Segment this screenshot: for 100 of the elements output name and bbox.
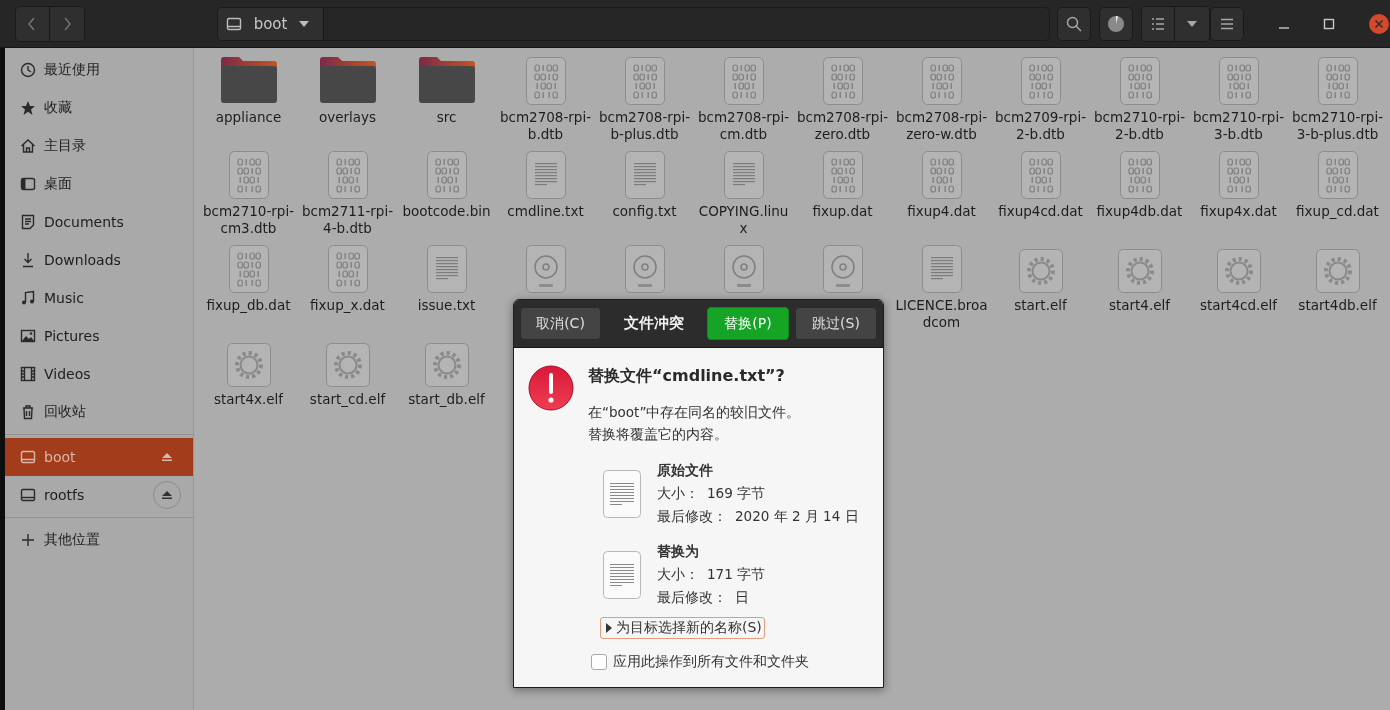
file-name[interactable]: start4cd.elf (1191, 297, 1286, 314)
file-name[interactable]: appliance (201, 109, 296, 126)
binary-file-icon[interactable] (327, 151, 368, 199)
binary-file-icon[interactable] (1119, 57, 1160, 105)
disc-image-icon[interactable] (525, 245, 566, 293)
binary-file-icon[interactable] (822, 151, 863, 199)
file-name[interactable]: start4db.elf (1290, 297, 1385, 314)
file-name[interactable]: bcm2710-rpi-2-b.dtb (1092, 109, 1187, 143)
sidebar-item[interactable]: 回收站 (5, 393, 193, 431)
sidebar-item[interactable]: Videos (5, 355, 193, 393)
search-button[interactable] (1056, 6, 1091, 41)
file-name[interactable]: bcm2710-rpi-cm3.dtb (201, 203, 296, 237)
file-name[interactable]: bcm2711-rpi-4-b.dtb (300, 203, 395, 237)
back-button[interactable] (16, 6, 50, 41)
maximize-button[interactable] (1323, 17, 1335, 30)
file-name[interactable]: fixup.dat (795, 203, 890, 220)
forward-button[interactable] (49, 6, 84, 41)
file-name[interactable]: bcm2709-rpi-2-b.dtb (993, 109, 1088, 143)
skip-button[interactable]: 跳过(S) (795, 307, 877, 340)
binary-file-icon[interactable] (228, 151, 269, 199)
binary-file-icon[interactable] (1317, 151, 1358, 199)
binary-file-icon[interactable] (327, 245, 368, 293)
file-name[interactable]: start4.elf (1092, 297, 1187, 314)
file-name[interactable]: fixup4cd.dat (993, 203, 1088, 220)
file-name[interactable]: fixup_x.dat (300, 297, 395, 314)
disc-image-icon[interactable] (822, 245, 863, 293)
file-name[interactable]: bcm2710-rpi-3-b-plus.dtb (1290, 109, 1385, 143)
file-name[interactable]: fixup_cd.dat (1290, 203, 1385, 220)
binary-file-icon[interactable] (822, 57, 863, 105)
gear-file-icon[interactable] (226, 343, 271, 387)
text-file-icon[interactable] (723, 151, 764, 199)
file-name[interactable]: src (399, 109, 494, 126)
file-name[interactable]: fixup4.dat (894, 203, 989, 220)
binary-file-icon[interactable] (723, 57, 764, 105)
binary-file-icon[interactable] (624, 57, 665, 105)
sidebar-item[interactable]: rootfs (5, 476, 193, 514)
folder-icon[interactable] (317, 55, 378, 105)
file-name[interactable]: bcm2710-rpi-3-b.dtb (1191, 109, 1286, 143)
file-name[interactable]: cmdline.txt (498, 203, 593, 220)
file-name[interactable]: fixup_db.dat (201, 297, 296, 314)
file-name[interactable]: overlays (300, 109, 395, 126)
disc-image-icon[interactable] (624, 245, 665, 293)
file-name[interactable]: start_db.elf (399, 391, 494, 408)
sidebar-item[interactable]: 其他位置 (5, 521, 193, 559)
file-name[interactable]: fixup4x.dat (1191, 203, 1286, 220)
text-file-icon[interactable] (426, 245, 467, 293)
disk-usage-button[interactable] (1098, 6, 1133, 41)
file-name[interactable]: bcm2708-rpi-zero-w.dtb (894, 109, 989, 143)
binary-file-icon[interactable] (1020, 151, 1061, 199)
folder-icon[interactable] (416, 55, 477, 105)
checkbox[interactable] (591, 654, 607, 670)
file-name[interactable]: issue.txt (399, 297, 494, 314)
sidebar-item[interactable]: Music (5, 279, 193, 317)
sidebar-item[interactable]: Pictures (5, 317, 193, 355)
text-file-icon[interactable] (624, 151, 665, 199)
file-name[interactable]: COPYING.linux (696, 203, 791, 237)
disc-image-icon[interactable] (723, 245, 764, 293)
binary-file-icon[interactable] (1020, 57, 1061, 105)
file-name[interactable]: start.elf (993, 297, 1088, 314)
list-view-button[interactable] (1141, 6, 1176, 41)
binary-file-icon[interactable] (921, 57, 962, 105)
file-name[interactable]: start4x.elf (201, 391, 296, 408)
gear-file-icon[interactable] (1216, 249, 1261, 293)
cancel-button[interactable]: 取消(C) (520, 307, 601, 340)
file-name[interactable]: bcm2708-rpi-zero.dtb (795, 109, 890, 143)
sidebar-item[interactable]: boot (5, 438, 193, 476)
file-name[interactable]: LICENCE.broadcom (894, 297, 989, 331)
path-button[interactable]: boot (217, 7, 325, 40)
close-button[interactable] (1368, 12, 1390, 35)
binary-file-icon[interactable] (525, 57, 566, 105)
folder-icon[interactable] (218, 55, 279, 105)
binary-file-icon[interactable] (228, 245, 269, 293)
file-name[interactable]: bootcode.bin (399, 203, 494, 220)
sidebar-item[interactable]: 主目录 (5, 127, 193, 165)
binary-file-icon[interactable] (1119, 151, 1160, 199)
file-name[interactable]: bcm2708-rpi-b-plus.dtb (597, 109, 692, 143)
checkbox-label[interactable]: 应用此操作到所有文件和文件夹 (613, 653, 809, 671)
file-name[interactable]: fixup4db.dat (1092, 203, 1187, 220)
text-file-icon[interactable] (525, 151, 566, 199)
file-name[interactable]: config.txt (597, 203, 692, 220)
sidebar-item[interactable]: 桌面 (5, 165, 193, 203)
sidebar-item[interactable]: Downloads (5, 241, 193, 279)
gear-file-icon[interactable] (1018, 249, 1063, 293)
file-name[interactable]: bcm2708-rpi-cm.dtb (696, 109, 791, 143)
binary-file-icon[interactable] (921, 151, 962, 199)
binary-file-icon[interactable] (1218, 151, 1259, 199)
rename-expander[interactable]: 为目标选择新的名称(S) (600, 617, 765, 639)
view-options-button[interactable] (1175, 6, 1210, 41)
gear-file-icon[interactable] (1117, 249, 1162, 293)
file-name[interactable]: bcm2708-rpi-b.dtb (498, 109, 593, 143)
gear-file-icon[interactable] (325, 343, 370, 387)
text-file-icon[interactable] (921, 245, 962, 293)
sidebar-item[interactable]: Documents (5, 203, 193, 241)
binary-file-icon[interactable] (1317, 57, 1358, 105)
gear-file-icon[interactable] (1315, 249, 1360, 293)
menu-button[interactable] (1210, 6, 1244, 41)
binary-file-icon[interactable] (1218, 57, 1259, 105)
binary-file-icon[interactable] (426, 151, 467, 199)
file-name[interactable]: start_cd.elf (300, 391, 395, 408)
sidebar-item[interactable]: 最近使用 (5, 51, 193, 89)
